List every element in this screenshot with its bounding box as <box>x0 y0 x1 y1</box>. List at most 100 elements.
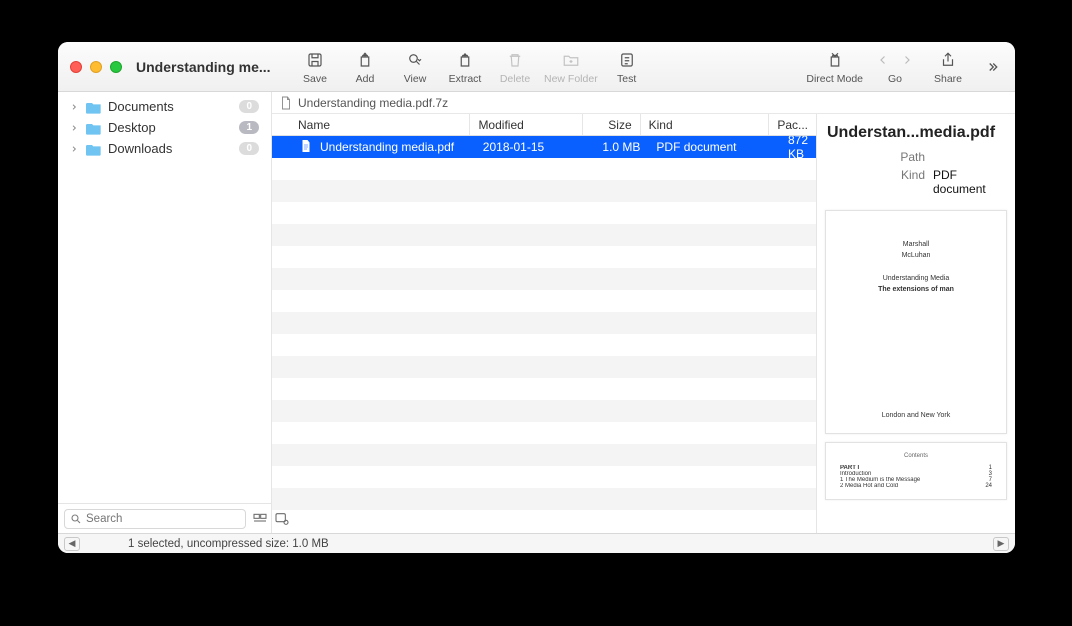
window-controls <box>70 61 122 73</box>
empty-row <box>272 312 816 334</box>
empty-row <box>272 158 816 180</box>
empty-row <box>272 378 816 400</box>
empty-row <box>272 488 816 510</box>
col-modified[interactable]: Modified <box>470 114 582 135</box>
go-nav: Go <box>871 49 919 85</box>
count-badge: 0 <box>239 100 259 113</box>
document-icon <box>300 139 314 155</box>
table-header: Name Modified Size Kind Pac... <box>272 114 816 136</box>
window-title: Understanding me... <box>136 59 286 75</box>
test-button[interactable]: Test <box>606 49 648 85</box>
sidebar-item-downloads[interactable]: Downloads 0 <box>64 138 265 159</box>
save-icon <box>304 49 326 71</box>
go-back-button[interactable] <box>871 49 895 71</box>
inspector-panel: Understan...media.pdf Path Kind PDF docu… <box>816 114 1015 533</box>
view-icon <box>404 49 426 71</box>
meta-key-kind: Kind <box>827 168 925 182</box>
empty-row <box>272 246 816 268</box>
extract-button[interactable]: Extract <box>444 49 486 85</box>
empty-row <box>272 466 816 488</box>
status-right-button[interactable]: ▶ <box>993 537 1009 551</box>
table-row[interactable]: Understanding media.pdf 2018-01-15 1.0 M… <box>272 136 816 158</box>
direct-mode-button[interactable]: Direct Mode <box>806 49 863 85</box>
search-field[interactable] <box>64 509 246 529</box>
count-badge: 1 <box>239 121 259 134</box>
new-folder-button[interactable]: New Folder <box>544 49 598 85</box>
preview-stack: Marshall McLuhan Understanding Media The… <box>817 206 1015 533</box>
overflow-button[interactable] <box>985 60 1005 74</box>
add-button[interactable]: Add <box>344 49 386 85</box>
col-size[interactable]: Size <box>583 114 641 135</box>
sidebar: Documents 0 Desktop 1 <box>58 92 272 533</box>
empty-row <box>272 400 816 422</box>
status-bar: ◀ 1 selected, uncompressed size: 1.0 MB … <box>58 533 1015 553</box>
close-window-button[interactable] <box>70 61 82 73</box>
toolbar: Understanding me... Save Add View Extrac… <box>58 42 1015 92</box>
breadcrumb-text: Understanding media.pdf.7z <box>298 96 448 110</box>
col-kind[interactable]: Kind <box>641 114 770 135</box>
cell-size: 1.0 MB <box>590 140 649 154</box>
folder-icon <box>86 100 102 114</box>
sidebar-tool-a[interactable] <box>252 510 268 528</box>
file-table-wrap: Name Modified Size Kind Pac... Un <box>272 114 1015 533</box>
sidebar-item-label: Documents <box>108 99 174 114</box>
extract-icon <box>454 49 476 71</box>
inspector-title: Understan...media.pdf <box>817 114 1015 148</box>
sidebar-footer <box>58 503 271 533</box>
save-button[interactable]: Save <box>294 49 336 85</box>
sidebar-item-documents[interactable]: Documents 0 <box>64 96 265 117</box>
filename: Understanding media.pdf <box>320 140 454 154</box>
breadcrumb[interactable]: Understanding media.pdf.7z <box>272 92 1015 114</box>
preview-page-1: Marshall McLuhan Understanding Media The… <box>825 210 1007 434</box>
main-panel: Understanding media.pdf.7z Name Modified… <box>272 92 1015 533</box>
chevron-right-icon <box>70 103 80 111</box>
trash-icon <box>504 49 526 71</box>
inspector-meta: Path Kind PDF document <box>817 148 1015 206</box>
empty-row <box>272 224 816 246</box>
table-body: Understanding media.pdf 2018-01-15 1.0 M… <box>272 136 816 533</box>
empty-row <box>272 356 816 378</box>
zoom-window-button[interactable] <box>110 61 122 73</box>
meta-val-kind: PDF document <box>933 168 1005 196</box>
app-window: Understanding me... Save Add View Extrac… <box>58 42 1015 553</box>
sidebar-item-desktop[interactable]: Desktop 1 <box>64 117 265 138</box>
sidebar-item-label: Desktop <box>108 120 156 135</box>
minimize-window-button[interactable] <box>90 61 102 73</box>
empty-row <box>272 422 816 444</box>
empty-row <box>272 334 816 356</box>
col-packed[interactable]: Pac... <box>769 114 816 135</box>
empty-row <box>272 202 816 224</box>
count-badge: 0 <box>239 142 259 155</box>
share-icon <box>937 49 959 71</box>
file-table: Name Modified Size Kind Pac... Un <box>272 114 816 533</box>
status-left-button[interactable]: ◀ <box>64 537 80 551</box>
cell-modified: 2018-01-15 <box>475 140 590 154</box>
folder-plus-icon <box>560 49 582 71</box>
col-name[interactable]: Name <box>272 114 470 135</box>
preview-page-2: Contents PART I1 Introduction3 1 The Med… <box>825 442 1007 500</box>
sidebar-list: Documents 0 Desktop 1 <box>58 92 271 503</box>
cell-kind: PDF document <box>648 140 780 154</box>
add-icon <box>354 49 376 71</box>
share-button[interactable]: Share <box>927 49 969 85</box>
search-icon <box>70 513 82 525</box>
direct-mode-icon <box>824 49 846 71</box>
search-input[interactable] <box>86 513 240 525</box>
sidebar-item-label: Downloads <box>108 141 172 156</box>
status-text: 1 selected, uncompressed size: 1.0 MB <box>128 538 329 550</box>
empty-row <box>272 268 816 290</box>
empty-row <box>272 290 816 312</box>
folder-icon <box>86 121 102 135</box>
window-body: Documents 0 Desktop 1 <box>58 92 1015 533</box>
empty-row <box>272 180 816 202</box>
test-icon <box>616 49 638 71</box>
view-button[interactable]: View <box>394 49 436 85</box>
chevron-right-icon <box>70 145 80 153</box>
empty-row <box>272 444 816 466</box>
archive-file-icon <box>280 96 292 110</box>
cell-packed: 872 KB <box>780 136 816 161</box>
meta-key-path: Path <box>827 150 925 164</box>
chevron-right-icon <box>70 124 80 132</box>
go-forward-button[interactable] <box>895 49 919 71</box>
delete-button[interactable]: Delete <box>494 49 536 85</box>
